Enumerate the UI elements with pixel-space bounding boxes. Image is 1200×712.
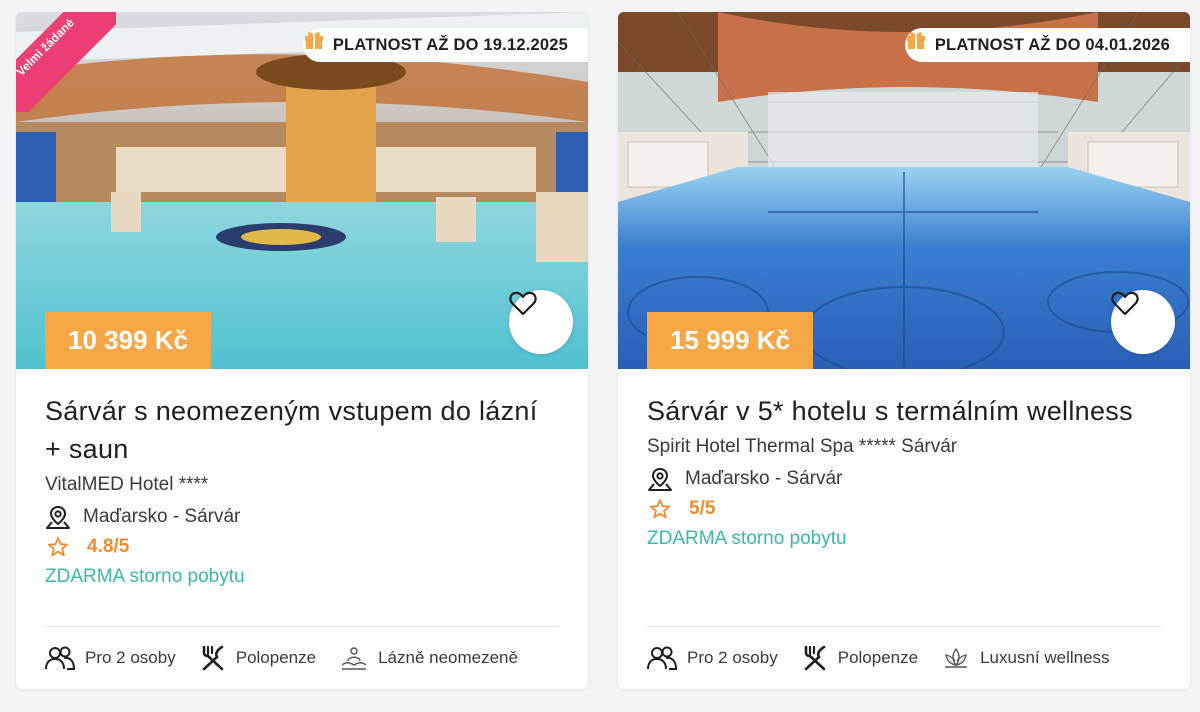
location-text: Maďarsko - Sárvár	[685, 468, 843, 489]
rating-value: 5/5	[689, 498, 716, 519]
validity-badge: PLATNOST AŽ DO 19.12.2025	[302, 28, 588, 62]
star-icon	[47, 537, 69, 557]
offer-card[interactable]: Velmi žádané PLATNOST AŽ DO 19.12.2025 1…	[16, 12, 588, 689]
feature-label: Polopenze	[235, 648, 317, 667]
favorite-button[interactable]	[1111, 290, 1175, 354]
rating-value: 4.8/5	[87, 536, 130, 557]
gift-icon	[906, 32, 925, 49]
location-pin-icon	[648, 467, 672, 491]
location: Maďarsko - Sárvár	[45, 504, 559, 530]
cutlery-icon	[202, 645, 224, 671]
spa-icon	[341, 647, 367, 670]
offer-title[interactable]: Sárvár s neomezeným vstupem do lázní + s…	[45, 392, 559, 468]
feature-label: Pro 2 osoby	[85, 648, 176, 667]
feature-item: Pro 2 osoby	[647, 645, 778, 671]
offer-card[interactable]: PLATNOST AŽ DO 04.01.2026 15 999 Kč Sárv…	[618, 12, 1190, 689]
validity-badge: PLATNOST AŽ DO 04.01.2026	[904, 28, 1190, 62]
validity-text: PLATNOST AŽ DO 04.01.2026	[934, 35, 1170, 54]
hotel-name: Spirit Hotel Thermal Spa ***** Sárvár	[647, 436, 958, 457]
feature-list: Pro 2 osoby Polopenze Luxusní wellness	[647, 626, 1161, 671]
feature-label: Luxusní wellness	[980, 648, 1110, 667]
feature-item: Polopenze	[200, 645, 316, 671]
location-pin-icon	[46, 505, 70, 529]
feature-list: Pro 2 osoby Polopenze Lázně neomezeně	[45, 626, 559, 671]
heart-icon	[509, 291, 537, 316]
heart-icon	[1111, 291, 1139, 316]
cutlery-icon	[804, 645, 826, 671]
popular-badge: Velmi žádané	[16, 12, 116, 112]
free-cancellation: ZDARMA storno pobytu	[45, 566, 245, 587]
location: Maďarsko - Sárvár	[647, 466, 1161, 492]
star-icon	[649, 499, 671, 519]
feature-label: Pro 2 osoby	[687, 648, 778, 667]
feature-label: Polopenze	[837, 648, 919, 667]
validity-text: PLATNOST AŽ DO 19.12.2025	[332, 35, 568, 54]
feature-item: Lázně neomezeně	[340, 645, 518, 671]
free-cancellation: ZDARMA storno pobytu	[647, 528, 847, 549]
feature-item: Pro 2 osoby	[45, 645, 176, 671]
price-tag: 10 399 Kč	[45, 312, 211, 369]
location-text: Maďarsko - Sárvár	[83, 506, 241, 527]
lotus-icon	[945, 647, 968, 668]
hotel-name: VitalMED Hotel ****	[45, 474, 209, 495]
rating: 5/5	[647, 498, 1161, 520]
rating: 4.8/5	[45, 536, 559, 558]
feature-label: Lázně neomezeně	[378, 648, 518, 667]
price-tag: 15 999 Kč	[647, 312, 813, 369]
people-icon	[647, 646, 677, 670]
gift-icon	[304, 32, 323, 49]
favorite-button[interactable]	[509, 290, 573, 354]
hotel-photo[interactable]: PLATNOST AŽ DO 04.01.2026 15 999 Kč	[618, 12, 1190, 369]
feature-item: Luxusní wellness	[942, 645, 1110, 671]
feature-item: Polopenze	[802, 645, 918, 671]
hotel-photo[interactable]: Velmi žádané PLATNOST AŽ DO 19.12.2025 1…	[16, 12, 588, 369]
popular-badge-label: Velmi žádané	[16, 12, 116, 112]
people-icon	[45, 646, 75, 670]
offer-title[interactable]: Sárvár v 5* hotelu s termálním wellness	[647, 392, 1161, 430]
